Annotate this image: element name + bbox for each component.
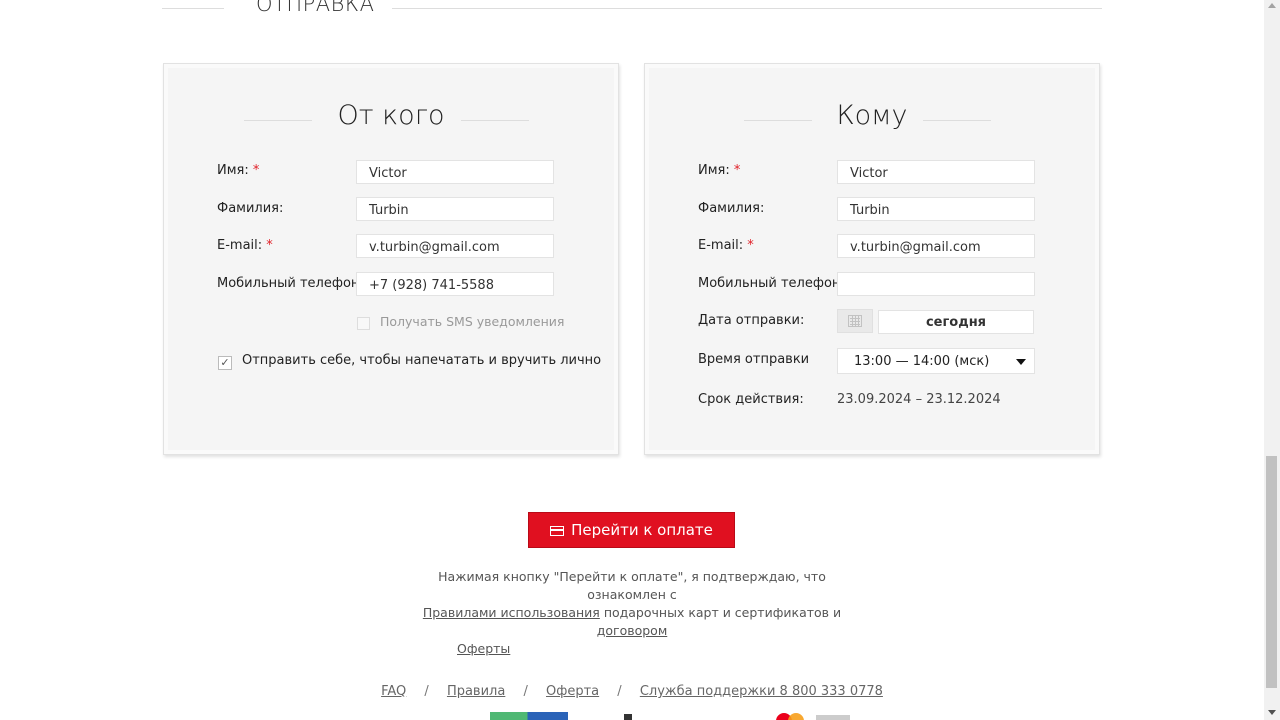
send-time-value: 13:00 — 14:00 (мск) xyxy=(854,354,990,369)
sender-surname-field[interactable]: Turbin xyxy=(356,197,554,221)
sms-checkbox-label: Получать SMS уведомления xyxy=(380,314,565,329)
sender-name-label: Имя: * xyxy=(217,163,260,178)
sender-panel: От кого Имя: * Victor Фамилия: Turbin E-… xyxy=(163,63,619,455)
required-mark: * xyxy=(266,238,273,253)
validity-value: 23.09.2024 – 23.12.2024 xyxy=(837,392,1001,407)
chevron-down-icon xyxy=(1016,359,1026,365)
required-mark: * xyxy=(747,238,754,253)
page-scrollbar[interactable] xyxy=(1264,0,1280,720)
recipient-email-field[interactable]: v.turbin@gmail.com xyxy=(837,234,1035,258)
recipient-surname-label: Фамилия: xyxy=(698,201,765,216)
offer-link-continued[interactable]: Оферты xyxy=(457,641,510,656)
footer-link-rules[interactable]: Правила xyxy=(447,684,505,699)
footer-separator: / xyxy=(617,684,622,699)
title-divider-right xyxy=(461,120,529,121)
calendar-icon xyxy=(848,315,862,327)
pay-button-label: Перейти к оплате xyxy=(571,521,713,539)
recipient-phone-field[interactable] xyxy=(837,272,1035,296)
footer-separator: / xyxy=(523,684,528,699)
required-mark: * xyxy=(252,163,260,178)
sender-email-field[interactable]: v.turbin@gmail.com xyxy=(356,234,554,258)
footer-link-faq[interactable]: FAQ xyxy=(381,684,406,699)
recipient-panel: Кому Имя: * Victor Фамилия: Turbin E-mai… xyxy=(644,63,1100,455)
send-time-select[interactable]: 13:00 — 14:00 (мск) xyxy=(837,348,1035,374)
footer-links: FAQ / Правила / Оферта / Служба поддержк… xyxy=(0,684,1264,699)
section-divider-left xyxy=(162,8,224,9)
sms-checkbox[interactable] xyxy=(357,317,370,330)
self-send-checkbox[interactable]: ✓ xyxy=(218,356,232,370)
sender-phone-label: Мобильный телефон: xyxy=(217,276,364,291)
section-divider-right xyxy=(392,8,1102,9)
credit-card-icon xyxy=(550,526,565,536)
self-send-label: Отправить себе, чтобы напечатать и вручи… xyxy=(242,353,602,368)
recipient-phone-label: Мобильный телефон: xyxy=(698,276,845,291)
sender-email-label: E-mail: * xyxy=(217,238,273,253)
payment-logo-icon xyxy=(490,712,568,720)
validity-label: Срок действия: xyxy=(698,392,804,407)
offer-link[interactable]: договором xyxy=(597,623,668,638)
scroll-up-icon[interactable] xyxy=(1268,3,1276,8)
scrollbar-thumb[interactable] xyxy=(1266,456,1277,688)
sender-name-field[interactable]: Victor xyxy=(356,160,554,184)
scroll-down-icon[interactable] xyxy=(1268,710,1276,715)
pay-button[interactable]: Перейти к оплате xyxy=(528,512,735,548)
title-divider-right xyxy=(923,120,991,121)
rules-link[interactable]: Правилами использования xyxy=(423,605,600,620)
send-date-label: Дата отправки: xyxy=(698,313,805,328)
mastercard-logo-icon xyxy=(788,713,804,720)
required-mark: * xyxy=(733,163,741,178)
recipient-panel-title: Кому xyxy=(836,100,908,131)
section-title: ОТПРАВКА xyxy=(256,0,375,16)
sender-phone-field[interactable]: +7 (928) 741-5588 xyxy=(356,272,554,296)
visa-logo-icon xyxy=(816,715,850,720)
recipient-email-label: E-mail: * xyxy=(698,238,754,253)
page: ОТПРАВКА От кого Имя: * Victor Фамилия: … xyxy=(0,0,1264,720)
recipient-name-label: Имя: * xyxy=(698,163,741,178)
agreement-text: Нажимая кнопку "Перейти к оплате", я под… xyxy=(422,569,842,656)
footer-link-offer[interactable]: Оферта xyxy=(546,684,599,699)
send-date-field[interactable]: сегодня xyxy=(878,310,1034,334)
calendar-button[interactable] xyxy=(837,309,873,333)
recipient-surname-field[interactable]: Turbin xyxy=(837,197,1035,221)
send-time-label: Время отправки xyxy=(698,352,810,367)
sender-surname-label: Фамилия: xyxy=(217,201,284,216)
payment-logo-icon xyxy=(624,714,632,720)
footer-separator: / xyxy=(424,684,429,699)
recipient-name-field[interactable]: Victor xyxy=(837,160,1035,184)
footer-link-support[interactable]: Служба поддержки 8 800 333 0778 xyxy=(640,684,883,699)
sender-panel-title: От кого xyxy=(337,100,445,131)
